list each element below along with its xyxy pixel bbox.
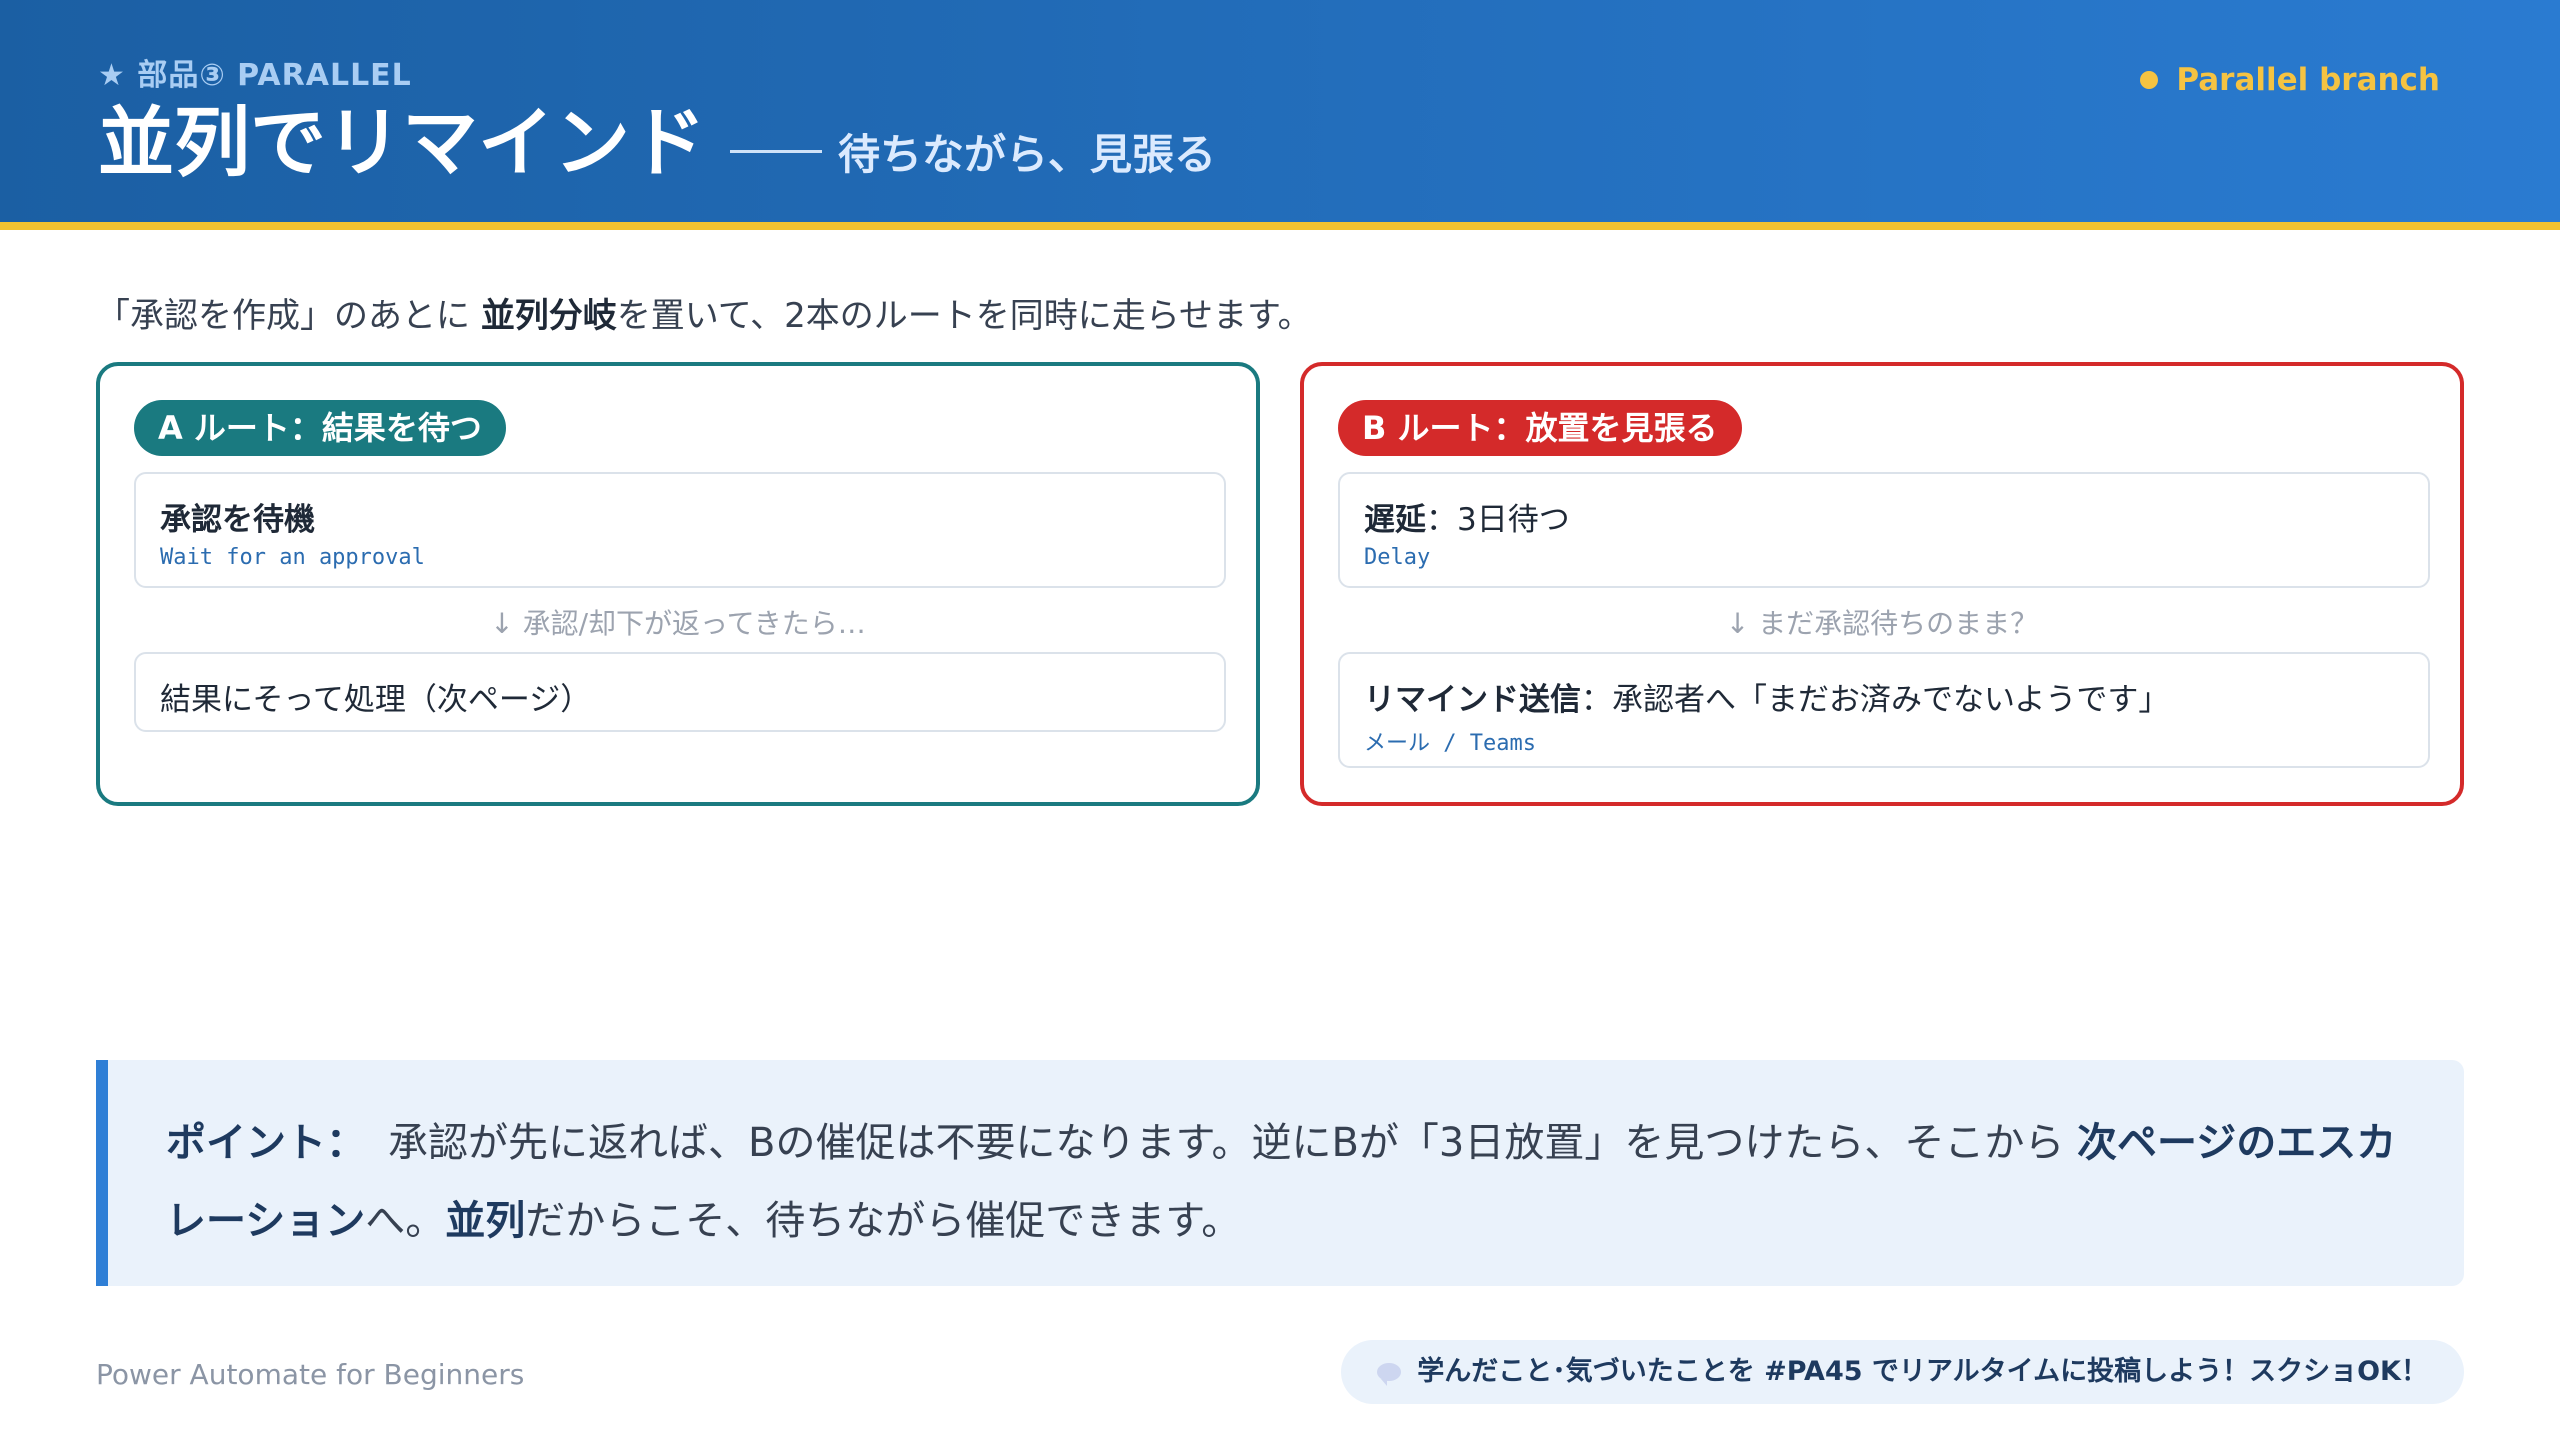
dot-icon <box>2140 71 2159 89</box>
title-row: 並列でリマインド 待ちながら、見張る <box>98 98 1216 188</box>
route-a-step-wait: 承認を待機 Wait for an approval <box>134 472 1226 588</box>
point-text-2: へ。 <box>365 1198 446 1244</box>
route-b-step-delay: 遅延：3日待つ Delay <box>1338 472 2430 588</box>
route-b-arrow-note: ↓ まだ承認待ちのまま？ <box>1725 607 2039 640</box>
step-subtitle: メール / Teams <box>1364 731 1536 756</box>
page-title: 並列でリマインド <box>98 98 706 187</box>
step-title-bold: 承認を待機 <box>160 502 315 538</box>
route-b-card: B ルート：放置を見張る 遅延：3日待つ Delay ↓ まだ承認待ちのまま？ … <box>1300 362 2464 806</box>
lead-pre: 「承認を作成」のあとに <box>96 296 481 336</box>
point-text-1: 承認が先に返れば、Bの催促は不要になります。逆にBが「3日放置」を見つけたら、そ… <box>388 1120 2078 1166</box>
route-a-step-result: 結果にそって処理（次ページ） <box>134 652 1226 732</box>
step-title-bold: リマインド送信 <box>1364 682 1581 718</box>
badge-label: Parallel branch <box>2176 62 2440 98</box>
step-title: リマインド送信：承認者へ「まだお済みでないようです」 <box>1364 674 2404 719</box>
footer-hashtag-text: 学んだこと･気づいたことを #PA45 でリアルタイムに投稿しよう！スクショOK… <box>1417 1356 2428 1387</box>
subtitle-dash <box>730 150 822 153</box>
parallel-branch-badge: Parallel branch <box>2140 62 2440 98</box>
subtitle-text: 待ちながら、見張る <box>838 130 1217 179</box>
step-title: 遅延：3日待つ <box>1364 494 2404 539</box>
step-subtitle: Wait for an approval <box>160 545 425 570</box>
route-a-arrow-note: ↓ 承認/却下が返ってきたら… <box>490 607 866 640</box>
page-subtitle: 待ちながら、見張る <box>730 121 1216 182</box>
step-subtitle: Delay <box>1364 545 1431 570</box>
lead-bold: 並列分岐 <box>480 296 617 336</box>
lead-text: 「承認を作成」のあとに 並列分岐を置いて、2本のルートを同時に走らせます。 <box>96 288 1312 337</box>
footer-course-name: Power Automate for Beginners <box>96 1358 525 1391</box>
lead-post: を置いて、2本のルートを同時に走らせます。 <box>616 296 1312 336</box>
point-label: ポイント： <box>166 1120 366 1166</box>
step-title-rest: ：承認者へ「まだお済みでないようです」 <box>1581 682 2170 718</box>
route-b-step-remind: リマインド送信：承認者へ「まだお済みでないようです」 メール / Teams <box>1338 652 2430 768</box>
point-text-3: だからこそ、待ちながら催促できます。 <box>525 1198 1242 1244</box>
step-title-bold: 遅延 <box>1364 502 1426 538</box>
step-title: 承認を待機 <box>160 494 1200 539</box>
route-a-card: A ルート：結果を待つ 承認を待機 Wait for an approval ↓… <box>96 362 1260 806</box>
footer-hashtag-pill: 学んだこと･気づいたことを #PA45 でリアルタイムに投稿しよう！スクショOK… <box>1341 1340 2464 1404</box>
route-b-label: B ルート：放置を見張る <box>1338 400 1742 456</box>
point-bold-2: 並列 <box>445 1198 526 1244</box>
point-callout: ポイント： 承認が先に返れば、Bの催促は不要になります。逆にBが「3日放置」を見つ… <box>96 1060 2464 1286</box>
section-kicker: ★ 部品③ PARALLEL <box>98 58 412 93</box>
route-a-label: A ルート：結果を待つ <box>134 400 506 456</box>
step-title-rest: ：3日待つ <box>1426 502 1570 538</box>
header-banner: ★ 部品③ PARALLEL 並列でリマインド 待ちながら、見張る Parall… <box>0 0 2560 230</box>
speech-bubble-icon <box>1377 1363 1402 1386</box>
step-title: 結果にそって処理（次ページ） <box>160 682 592 718</box>
